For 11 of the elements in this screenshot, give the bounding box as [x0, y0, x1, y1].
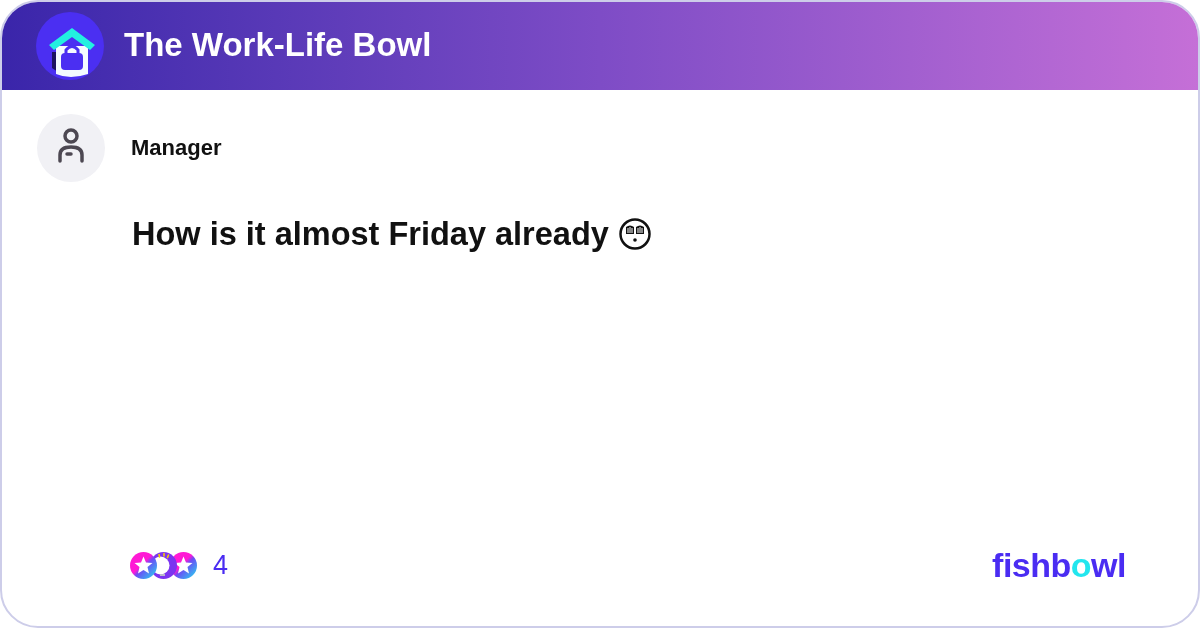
post-text: How is it almost Friday already	[132, 218, 609, 251]
reaction-count: 4	[213, 551, 229, 579]
star-reaction-icon	[130, 551, 157, 579]
star-reaction-icon	[170, 551, 197, 579]
bulb-reaction-icon	[150, 551, 177, 579]
group-title: The Work-Life Bowl	[124, 28, 432, 61]
user-avatar-icon	[37, 114, 105, 182]
face-with-hands-icon	[618, 218, 651, 251]
author-name: Manager	[131, 137, 222, 159]
house-logo-icon	[36, 12, 104, 80]
brand-logo: fishbowl	[992, 548, 1126, 582]
